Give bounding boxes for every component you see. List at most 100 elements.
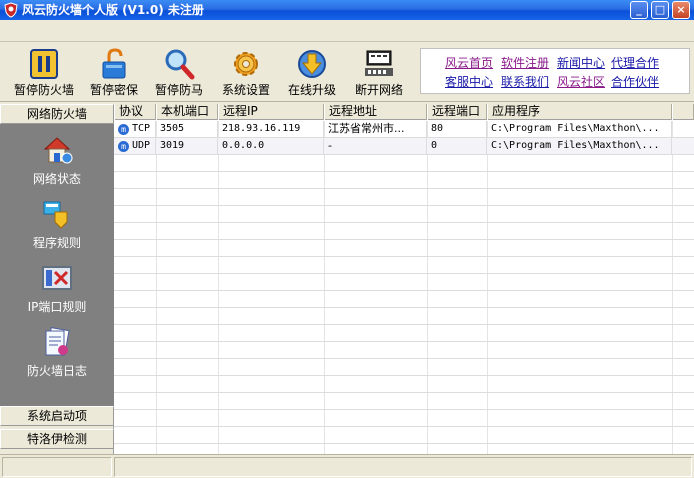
house-network-icon — [41, 134, 73, 166]
column-protocol[interactable]: 协议 — [114, 104, 156, 120]
empty-row — [114, 325, 694, 342]
sidebar-item-label: 防火墙日志 — [26, 364, 87, 378]
pause-trojan-guard-button[interactable]: 暂停防马 — [143, 46, 215, 100]
protocol-text: UDP — [132, 140, 151, 151]
link-partners[interactable]: 合作伙伴 — [611, 73, 659, 90]
cell-application: C:\Program Files\Maxthon\... — [487, 138, 672, 154]
sidebar: 网络防火墙 网络状态 程序规则 IP端口规则 防火墙日志 系统启动项 特洛伊检测 — [0, 104, 114, 454]
table-row[interactable]: m TCP 3505 218.93.16.119 江苏省常州市... 80 C:\… — [114, 121, 694, 138]
cell-local-port: 3505 — [156, 121, 218, 137]
link-support[interactable]: 客服中心 — [445, 73, 493, 90]
status-cell-right — [114, 457, 692, 477]
log-icon — [41, 326, 73, 358]
link-homepage[interactable]: 风云首页 — [445, 54, 493, 71]
link-community[interactable]: 风云社区 — [557, 73, 605, 90]
empty-row — [114, 359, 694, 376]
sidebar-item-firewall-log[interactable]: 防火墙日志 — [0, 322, 114, 384]
toolbar-label: 断开网络 — [354, 83, 403, 97]
sidebar-header-firewall[interactable]: 网络防火墙 — [0, 104, 114, 124]
menu-band — [0, 20, 694, 42]
toolbar-label: 暂停防火墙 — [13, 83, 74, 97]
empty-row — [114, 206, 694, 223]
sidebar-item-label: IP端口规则 — [27, 300, 87, 314]
column-application[interactable]: 应用程序 — [487, 104, 672, 120]
close-button[interactable]: × — [672, 1, 690, 19]
empty-row — [114, 274, 694, 291]
empty-row — [114, 189, 694, 206]
magnifier-icon — [162, 48, 196, 80]
connections-table: 协议 本机端口 远程IP 远程地址 远程端口 应用程序 m TCP 3505 21… — [114, 104, 694, 454]
empty-row — [114, 427, 694, 444]
column-remote-port[interactable]: 远程端口 — [427, 104, 487, 120]
cell-protocol: m UDP — [114, 138, 156, 154]
download-globe-icon — [295, 48, 329, 80]
network-icon — [362, 48, 396, 80]
cell-application: C:\Program Files\Maxthon\... — [487, 121, 672, 137]
protocol-text: TCP — [132, 123, 151, 134]
empty-row — [114, 172, 694, 189]
sidebar-section-trojan-detection[interactable]: 特洛伊检测 — [0, 429, 114, 449]
maxthon-app-icon: m — [118, 141, 129, 152]
pause-password-protect-button[interactable]: 暂停密保 — [78, 46, 150, 100]
cell-protocol: m TCP — [114, 121, 156, 137]
empty-row — [114, 410, 694, 427]
column-remote-ip[interactable]: 远程IP — [218, 104, 324, 120]
sidebar-panel: 网络状态 程序规则 IP端口规则 防火墙日志 — [0, 124, 114, 406]
ip-port-icon — [41, 262, 73, 294]
links-panel: 风云首页 软件注册 新闻中心 代理合作 客服中心 联系我们 风云社区 合作伙伴 — [420, 48, 690, 94]
pause-firewall-button[interactable]: 暂停防火墙 — [8, 46, 80, 100]
empty-row — [114, 223, 694, 240]
empty-row — [114, 393, 694, 410]
toolbar-label: 暂停密保 — [89, 83, 138, 97]
sidebar-item-network-status[interactable]: 网络状态 — [0, 130, 114, 192]
gear-icon — [229, 48, 263, 80]
app-shield-icon — [4, 2, 18, 18]
toolbar-label: 系统设置 — [221, 83, 270, 97]
link-agency[interactable]: 代理合作 — [611, 54, 659, 71]
sidebar-item-label: 网络状态 — [32, 172, 81, 186]
empty-row — [114, 342, 694, 359]
sidebar-item-program-rules[interactable]: 程序规则 — [0, 194, 114, 256]
empty-row — [114, 240, 694, 257]
toolbar-label: 暂停防马 — [154, 83, 203, 97]
link-contact[interactable]: 联系我们 — [501, 73, 549, 90]
table-body: m TCP 3505 218.93.16.119 江苏省常州市... 80 C:\… — [114, 121, 694, 454]
cell-remote-ip: 218.93.16.119 — [218, 121, 324, 137]
cell-remote-address: 江苏省常州市... — [324, 121, 427, 137]
column-remote-address[interactable]: 远程地址 — [324, 104, 427, 120]
unlock-icon — [97, 48, 131, 80]
empty-row — [114, 376, 694, 393]
cell-remote-address: - — [324, 138, 427, 154]
status-cell-left — [2, 457, 112, 477]
cell-remote-port: 0 — [427, 138, 487, 154]
empty-row — [114, 308, 694, 325]
window-title: 风云防火墙个人版 (V1.0) 未注册 — [22, 3, 204, 17]
disconnect-network-button[interactable]: 断开网络 — [343, 46, 415, 100]
link-register[interactable]: 软件注册 — [501, 54, 549, 71]
table-row[interactable]: m UDP 3019 0.0.0.0 - 0 C:\Program Files\M… — [114, 138, 694, 155]
maxthon-app-icon: m — [118, 124, 129, 135]
empty-row — [114, 155, 694, 172]
status-bar — [0, 454, 694, 478]
program-rules-icon — [41, 198, 73, 230]
toolbar-label: 在线升级 — [287, 83, 336, 97]
empty-row — [114, 291, 694, 308]
link-news[interactable]: 新闻中心 — [557, 54, 605, 71]
column-filler — [672, 104, 694, 120]
cell-remote-ip: 0.0.0.0 — [218, 138, 324, 154]
title-bar[interactable]: 风云防火墙个人版 (V1.0) 未注册 _ □ × — [0, 0, 694, 20]
toolbar: 暂停防火墙 暂停密保 暂停防马 系统设置 在线升级 断开网络 风云首页 软件注册… — [0, 42, 694, 102]
minimize-button[interactable]: _ — [630, 1, 648, 19]
sidebar-item-ip-port-rules[interactable]: IP端口规则 — [0, 258, 114, 320]
online-upgrade-button[interactable]: 在线升级 — [276, 46, 348, 100]
maximize-button[interactable]: □ — [651, 1, 669, 19]
column-local-port[interactable]: 本机端口 — [156, 104, 218, 120]
empty-row — [114, 257, 694, 274]
pause-icon — [27, 48, 61, 80]
cell-remote-port: 80 — [427, 121, 487, 137]
sidebar-section-startup-items[interactable]: 系统启动项 — [0, 406, 114, 426]
cell-local-port: 3019 — [156, 138, 218, 154]
table-header: 协议 本机端口 远程IP 远程地址 远程端口 应用程序 — [114, 104, 694, 120]
system-settings-button[interactable]: 系统设置 — [210, 46, 282, 100]
sidebar-item-label: 程序规则 — [32, 236, 81, 250]
